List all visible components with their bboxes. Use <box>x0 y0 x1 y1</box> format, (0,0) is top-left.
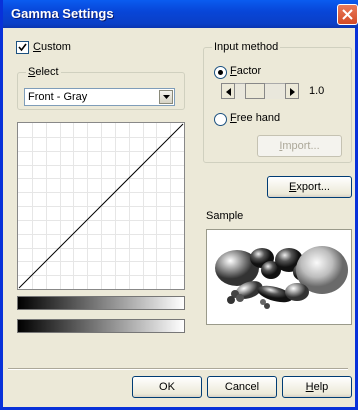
import-label-text: mport... <box>282 140 320 152</box>
freehand-label-mnemonic: F <box>230 112 237 124</box>
factor-label-mnemonic: F <box>230 65 237 77</box>
input-gradient-ramp <box>17 296 185 310</box>
chevron-down-icon <box>163 95 170 99</box>
help-button[interactable]: Help <box>282 376 352 398</box>
checkmark-icon <box>18 43 27 52</box>
output-gradient-ramp <box>17 319 185 333</box>
factor-radio[interactable] <box>214 66 227 79</box>
factor-label: Factor <box>230 65 261 77</box>
arrow-left-icon <box>226 88 231 96</box>
sample-label: Sample <box>206 210 244 222</box>
footer-separator <box>8 368 348 370</box>
close-button[interactable] <box>337 4 358 25</box>
gamma-curve-graph[interactable] <box>17 122 185 290</box>
close-icon <box>342 9 353 20</box>
slider-left-button[interactable] <box>221 83 235 99</box>
select-groupbox: Select Front - Gray <box>17 66 185 110</box>
select-dropdown-value: Front - Gray <box>28 91 88 103</box>
custom-label-mnemonic: C <box>33 41 41 53</box>
custom-checkbox-label: Custom <box>33 41 71 53</box>
export-button[interactable]: Export... <box>267 176 352 198</box>
import-button[interactable]: Import... <box>257 135 342 157</box>
factor-label-text: actor <box>236 65 262 77</box>
radio-selected-dot <box>218 70 223 75</box>
window-title: Gamma Settings <box>11 6 114 21</box>
help-label-mnemonic: H <box>305 381 314 393</box>
custom-checkbox-box[interactable] <box>16 41 29 54</box>
title-bar[interactable]: Gamma Settings <box>3 0 358 28</box>
select-dropdown[interactable]: Front - Gray <box>24 88 175 106</box>
cancel-button[interactable]: Cancel <box>207 376 277 398</box>
select-title-text: elect <box>35 66 59 78</box>
slider-thumb[interactable] <box>245 83 265 99</box>
ok-button[interactable]: OK <box>132 376 202 398</box>
factor-slider[interactable] <box>221 83 299 99</box>
freehand-label-text: ree hand <box>236 112 281 124</box>
factor-value: 1.0 <box>309 85 325 97</box>
dropdown-arrow-button[interactable] <box>159 90 173 104</box>
sample-image <box>206 229 352 325</box>
help-label-text: elp <box>313 381 329 393</box>
slider-right-button[interactable] <box>285 83 299 99</box>
arrow-right-icon <box>290 88 295 96</box>
freehand-label: Free hand <box>230 112 280 124</box>
export-label-text: xport... <box>296 181 330 193</box>
freehand-radio[interactable] <box>214 113 227 126</box>
select-group-title: Select <box>26 66 61 78</box>
vegetables-photo <box>215 246 348 309</box>
gamma-curve-canvas <box>18 123 184 289</box>
input-method-title: Input method <box>212 41 281 53</box>
custom-label-text: ustom <box>40 41 71 53</box>
